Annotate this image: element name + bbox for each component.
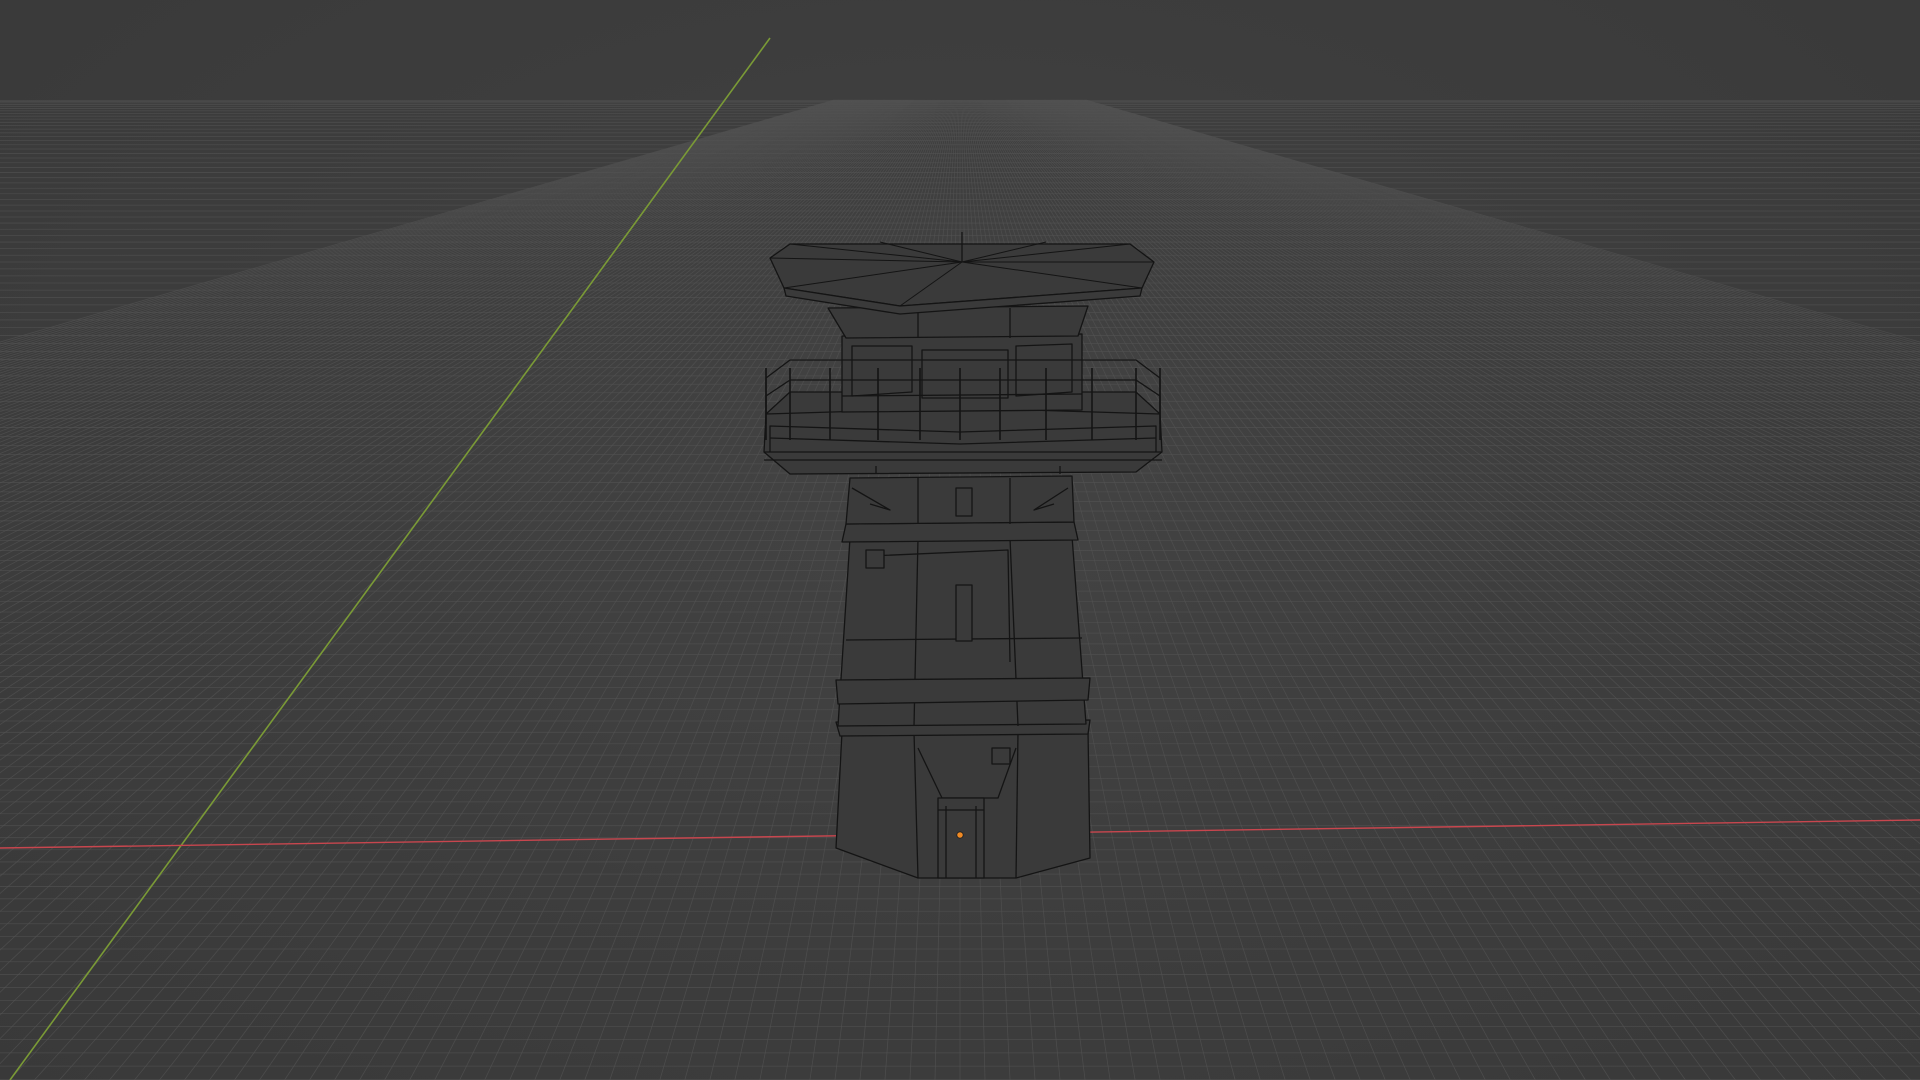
tower-shaft — [835, 521, 1091, 727]
grid-line — [0, 99, 866, 436]
grid-line — [1068, 99, 1920, 387]
grid-line — [0, 99, 877, 484]
grid-line — [1006, 99, 1920, 815]
grid-line — [1033, 99, 1920, 540]
grid-line — [1079, 99, 1920, 358]
grid-line — [1007, 99, 1920, 801]
grid-line — [1005, 99, 1920, 829]
grid-line — [0, 99, 888, 546]
grid-line — [0, 99, 905, 694]
grid-line — [998, 99, 1920, 972]
3d-viewport[interactable] — [0, 0, 1920, 1080]
grid-line — [999, 99, 1920, 951]
grid-line — [1060, 99, 1920, 413]
grid-line — [0, 99, 914, 815]
grid-line — [0, 99, 860, 413]
grid-line — [0, 99, 920, 931]
origin-marker[interactable] — [956, 831, 964, 839]
grid-line — [1009, 99, 1920, 774]
grid-line — [0, 99, 861, 416]
grid-line — [1025, 99, 1920, 599]
grid-line — [1000, 99, 1920, 931]
tower-base — [835, 719, 1091, 879]
grid-line — [996, 99, 1920, 1016]
grid-line — [0, 99, 852, 387]
grid-line — [0, 99, 906, 704]
grid-line — [1054, 99, 1920, 436]
grid-line — [0, 99, 913, 801]
grid-line — [1032, 99, 1920, 546]
grid-line — [0, 99, 841, 358]
grid-line — [1015, 99, 1920, 694]
grid-line — [0, 99, 842, 360]
grid-line — [1043, 99, 1920, 484]
observation-cabin — [827, 305, 1089, 413]
grid-line — [0, 99, 922, 972]
grid-line — [0, 99, 921, 951]
roof — [769, 232, 1155, 315]
grid-line — [1059, 99, 1920, 416]
grid-line — [1078, 99, 1920, 360]
grid-line — [0, 99, 895, 599]
grid-line — [0, 99, 911, 774]
grid-line — [0, 99, 915, 829]
viewport-canvas[interactable] — [0, 0, 1920, 1080]
grid-line — [0, 99, 887, 540]
grid-line — [1014, 99, 1920, 704]
watchtower-model[interactable] — [763, 232, 1163, 879]
tower-upper — [845, 475, 1075, 525]
